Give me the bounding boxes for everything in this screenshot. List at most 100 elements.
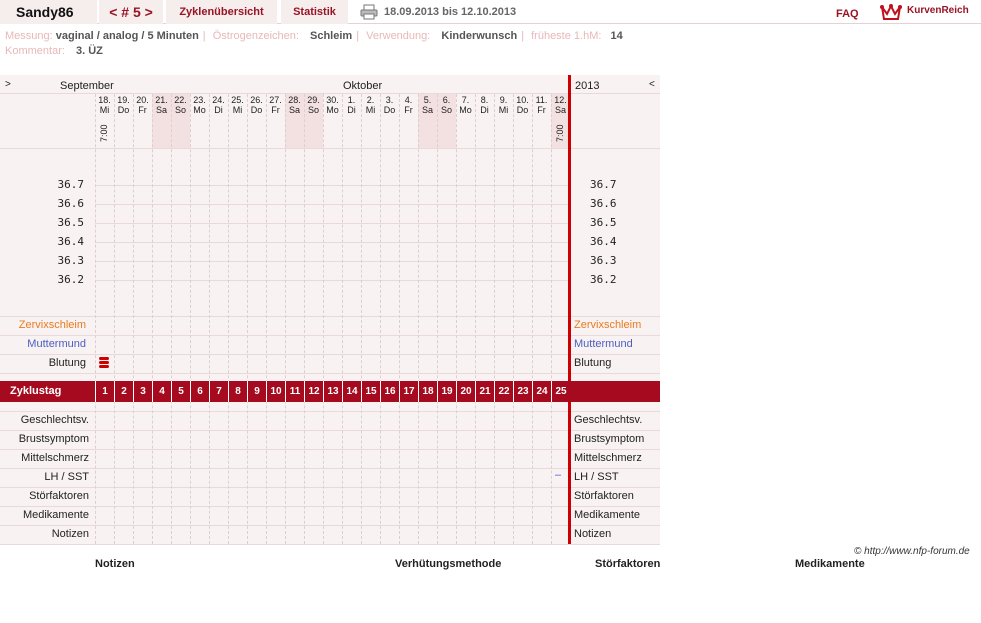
day-date: 26. bbox=[250, 95, 263, 105]
temp-grid-line bbox=[95, 204, 568, 205]
cycle-day-number: 3 bbox=[133, 381, 152, 402]
temp-grid-line bbox=[95, 280, 568, 281]
day-date: 5. bbox=[423, 95, 432, 105]
day-column-line bbox=[209, 94, 210, 544]
row-label-bottom-right: Notizen bbox=[574, 528, 612, 540]
grid-line bbox=[0, 93, 660, 94]
row-label-blutung: Blutung bbox=[48, 357, 86, 369]
grid-line bbox=[0, 335, 660, 336]
row-label-bottom: Mittelschmerz bbox=[21, 452, 89, 464]
row-label-bottom-right: Medikamente bbox=[574, 509, 641, 521]
day-weekday: Fr bbox=[138, 105, 147, 115]
day-weekday: Fr bbox=[404, 105, 413, 115]
temp-grid-line bbox=[95, 223, 568, 224]
cycle-day-number: 7 bbox=[209, 381, 228, 402]
day-column-line bbox=[133, 94, 134, 544]
cycle-day-row: Zyklustag 1 2 3 4 5 6 7 8 9 10 11 12 13 14 15 16 17 18 19 2… bbox=[0, 381, 660, 402]
temp-tick-left: 36.7 bbox=[57, 178, 85, 191]
day-weekday: Mi bbox=[498, 105, 509, 115]
day-weekday: Sa bbox=[421, 105, 433, 115]
grid-line bbox=[0, 148, 660, 149]
day-column-line bbox=[418, 94, 419, 544]
day-weekday: Do bbox=[516, 105, 529, 115]
row-label-bottom-right: Geschlechtsv. bbox=[574, 414, 643, 426]
cycle-day-number: 25 bbox=[551, 381, 570, 402]
day-date: 23. bbox=[193, 95, 206, 105]
temp-tick-left: 36.3 bbox=[57, 254, 85, 267]
cycle-day-number: 20 bbox=[456, 381, 475, 402]
day-column-line bbox=[114, 94, 115, 544]
day-date: 30. bbox=[326, 95, 339, 105]
measure-time: 7:00 bbox=[99, 124, 109, 142]
day-column-line bbox=[475, 94, 476, 544]
grid-line bbox=[0, 411, 660, 412]
day-column-line bbox=[304, 94, 305, 544]
cycle-day-number: 19 bbox=[437, 381, 456, 402]
day-weekday: Fr bbox=[537, 105, 546, 115]
lh-mark: – bbox=[555, 469, 562, 481]
day-date: 25. bbox=[231, 95, 244, 105]
day-column-line bbox=[532, 94, 533, 544]
day-date: 6. bbox=[442, 95, 451, 105]
cycle-day-number: 10 bbox=[266, 381, 285, 402]
day-weekday: So bbox=[174, 105, 186, 115]
day-column-line bbox=[171, 94, 172, 544]
cycle-day-number: 15 bbox=[361, 381, 380, 402]
cycle-day-number: 1 bbox=[95, 381, 114, 402]
day-date: 7. bbox=[461, 95, 470, 105]
day-column-line bbox=[437, 94, 438, 544]
cycle-day-number: 5 bbox=[171, 381, 190, 402]
day-weekday: Mi bbox=[365, 105, 376, 115]
measure-time: 7:00 bbox=[555, 124, 565, 142]
day-date: 29. bbox=[307, 95, 320, 105]
cycle-day-number: 13 bbox=[323, 381, 342, 402]
blood-icon bbox=[99, 357, 109, 368]
day-weekday: Fr bbox=[271, 105, 280, 115]
day-weekday: So bbox=[307, 105, 319, 115]
day-date: 9. bbox=[499, 95, 508, 105]
row-label-muttermund-right: Muttermund bbox=[574, 338, 633, 350]
cycle-day-number: 17 bbox=[399, 381, 418, 402]
row-label-bottom: Notizen bbox=[51, 528, 89, 540]
footer-notizen: Notizen bbox=[95, 558, 135, 570]
day-date: 10. bbox=[516, 95, 529, 105]
temp-tick-right: 36.2 bbox=[590, 273, 617, 286]
day-date: 22. bbox=[174, 95, 187, 105]
day-weekday: Di bbox=[480, 105, 489, 115]
row-label-zervixschleim-right: Zervixschleim bbox=[574, 319, 642, 331]
grid-line bbox=[0, 525, 660, 526]
day-column-line bbox=[95, 94, 96, 544]
cycle-day-number: 12 bbox=[304, 381, 323, 402]
cycle-day-number: 14 bbox=[342, 381, 361, 402]
grid-line bbox=[0, 449, 660, 450]
cycle-end-marker bbox=[568, 75, 571, 544]
day-date: 11. bbox=[535, 95, 548, 105]
cycle-day-number: 4 bbox=[152, 381, 171, 402]
day-date: 18. bbox=[98, 95, 111, 105]
day-date: 28. bbox=[288, 95, 301, 105]
grid-line bbox=[0, 544, 660, 545]
temp-tick-left: 36.4 bbox=[57, 235, 85, 248]
grid-line bbox=[0, 373, 660, 374]
chart-layer: 18. Mi 19. Do 20. Fr 21. Sa 22. So 23. Mo 24. Di 25. Mi… bbox=[0, 0, 981, 623]
day-column-line bbox=[323, 94, 324, 544]
day-weekday: Mo bbox=[326, 105, 339, 115]
month-label-oktober: Oktober bbox=[343, 80, 383, 92]
row-label-bottom: Brustsymptom bbox=[18, 433, 89, 445]
chart-prev-button[interactable]: > bbox=[5, 79, 11, 90]
cycle-day-number: 22 bbox=[494, 381, 513, 402]
chart-next-button[interactable]: < bbox=[649, 79, 655, 90]
day-weekday: Mi bbox=[99, 105, 110, 115]
day-date: 4. bbox=[404, 95, 413, 105]
row-label-bottom-right: LH / SST bbox=[574, 471, 619, 483]
cycle-day-number: 11 bbox=[285, 381, 304, 402]
day-column-line bbox=[551, 94, 552, 544]
footer-medikamente: Medikamente bbox=[795, 558, 865, 570]
temp-grid-line bbox=[95, 242, 568, 243]
day-date: 19. bbox=[117, 95, 130, 105]
day-date: 2. bbox=[366, 95, 375, 105]
temp-grid-line bbox=[95, 185, 568, 186]
day-column-line bbox=[152, 94, 153, 544]
day-column-line bbox=[361, 94, 362, 544]
row-label-bottom-right: Mittelschmerz bbox=[574, 452, 642, 464]
